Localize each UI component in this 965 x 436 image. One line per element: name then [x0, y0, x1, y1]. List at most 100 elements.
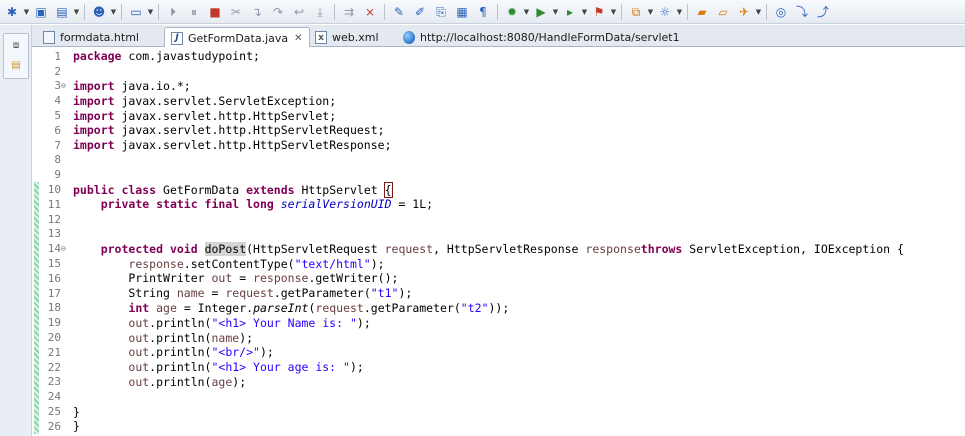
code-token: request: [384, 241, 434, 256]
debug-dropdown-arrow[interactable]: ▼: [523, 2, 530, 22]
line-number: 1: [54, 49, 61, 63]
editor-tab-1[interactable]: formdata.html: [36, 27, 146, 47]
code-line[interactable]: 13: [32, 227, 965, 242]
code-token: .println(: [149, 360, 212, 375]
fold-collapse-icon[interactable]: ⊖: [61, 81, 73, 90]
run-external-dropdown-arrow[interactable]: ▼: [581, 2, 588, 22]
terminal-dropdown-arrow[interactable]: ▼: [147, 2, 154, 22]
terminal-button[interactable]: ▭: [126, 2, 146, 22]
suspend-button[interactable]: ⏸: [184, 2, 204, 22]
code-editor[interactable]: 1 package com.javastudypoint; 2 3 ⊖ import ja…: [32, 47, 965, 436]
code-line[interactable]: 1 package com.javastudypoint;: [32, 49, 965, 64]
use-step-filters-button[interactable]: ⇉: [339, 2, 359, 22]
close-tab-icon[interactable]: ✕: [294, 33, 302, 44]
run-external-button[interactable]: ▸: [560, 2, 580, 22]
line-number: 22: [47, 360, 61, 374]
code-line[interactable]: 15 response.setContentType("text/html");: [32, 256, 965, 271]
code-token: javax.servlet.http.HttpServletRequest;: [121, 123, 385, 138]
code-line[interactable]: 17 String name = request.getParameter("t…: [32, 286, 965, 301]
next-annotation-button[interactable]: ⤵: [792, 2, 812, 22]
package-explorer-icon: ▤: [11, 59, 21, 71]
code-line[interactable]: 18 int age = Integer.parseInt(request.ge…: [32, 301, 965, 316]
new-button[interactable]: ✱: [2, 2, 22, 22]
resume-button[interactable]: ⏵: [163, 2, 183, 22]
code-line[interactable]: 20 out.println(name);: [32, 330, 965, 345]
step-into-button[interactable]: ↴: [247, 2, 267, 22]
new-server-button[interactable]: ⧉: [626, 2, 646, 22]
code-line[interactable]: 25}: [32, 404, 965, 419]
search-icon: ✈: [738, 4, 750, 19]
drop-frame-button[interactable]: ⤓: [310, 2, 330, 22]
code-token: = Integer.: [176, 300, 254, 315]
editor-tab-2[interactable]: J GetFormData.java ✕: [164, 27, 310, 48]
step-return-button[interactable]: ↩: [289, 2, 309, 22]
fold-collapse-icon[interactable]: ⊖: [61, 244, 73, 253]
code-token: .getParameter(: [273, 286, 371, 301]
open-type-button[interactable]: ☼: [655, 2, 675, 22]
code-line[interactable]: 2: [32, 64, 965, 79]
code-text: import java.io.*;: [73, 79, 191, 93]
code-line[interactable]: 12: [32, 212, 965, 227]
open-folder-button[interactable]: ▰: [692, 2, 712, 22]
line-number: 5: [54, 109, 61, 123]
code-line[interactable]: 8: [32, 153, 965, 168]
terminal-icon: ▭: [130, 4, 142, 19]
open-project-button[interactable]: ▱: [713, 2, 733, 22]
code-line[interactable]: 3 ⊖ import java.io.*;: [32, 79, 965, 94]
web-browser-button[interactable]: ◎: [771, 2, 791, 22]
search-dropdown-arrow[interactable]: ▼: [755, 2, 762, 22]
code-token: .setContentType(: [183, 256, 295, 271]
package-explorer-button[interactable]: ▤: [9, 58, 23, 72]
code-line[interactable]: 10 public class GetFormData extends HttpS…: [32, 181, 965, 198]
save-button[interactable]: ▣: [31, 2, 51, 22]
disconnect-button[interactable]: ✂: [226, 2, 246, 22]
debug-button[interactable]: ✹: [502, 2, 522, 22]
code-line[interactable]: 9: [32, 167, 965, 182]
new-dropdown-arrow[interactable]: ▼: [23, 2, 30, 22]
person-dropdown-arrow[interactable]: ▼: [110, 2, 117, 22]
code-line[interactable]: 26}: [32, 419, 965, 434]
code-token: = 1L;: [391, 197, 434, 212]
block-selection-button[interactable]: ▦: [452, 2, 472, 22]
person-button[interactable]: ☻: [89, 2, 109, 22]
new-server-dropdown-arrow[interactable]: ▼: [647, 2, 654, 22]
editor-tab-3[interactable]: x web.xml: [308, 27, 386, 47]
code-line[interactable]: 6 import javax.servlet.http.HttpServletRe…: [32, 123, 965, 138]
code-line[interactable]: 21 out.println("<br/>");: [32, 345, 965, 360]
run-icon: ▶: [536, 4, 546, 19]
code-line[interactable]: 19 out.println("<h1> Your Name is: ");: [32, 315, 965, 330]
code-token: import: [73, 78, 115, 93]
external-tools-dropdown-arrow[interactable]: ▼: [610, 2, 617, 22]
step-over-button[interactable]: ↷: [268, 2, 288, 22]
skip-breakpoints-button[interactable]: ⨯: [360, 2, 380, 22]
word-wrap-button[interactable]: ⎘: [431, 2, 451, 22]
open-type-dropdown-arrow[interactable]: ▼: [676, 2, 683, 22]
external-tools-button[interactable]: ⚑: [589, 2, 609, 22]
mark-occurrences-button[interactable]: ✐: [410, 2, 430, 22]
code-line[interactable]: 5 import javax.servlet.http.HttpServlet;: [32, 108, 965, 123]
editor-tab-4[interactable]: http://localhost:8080/HandleFormData/ser…: [396, 27, 687, 47]
code-line[interactable]: 24: [32, 389, 965, 404]
code-line[interactable]: 7 import javax.servlet.http.HttpServletRe…: [32, 138, 965, 153]
code-token: name: [176, 286, 205, 301]
line-number: 14: [47, 242, 61, 256]
save-all-dropdown-arrow[interactable]: ▼: [73, 2, 80, 22]
code-line[interactable]: 14 ⊖ protected void doPost(HttpServletReq…: [32, 241, 965, 256]
code-token: doPost: [204, 241, 247, 256]
line-number: 26: [47, 419, 61, 433]
terminate-button[interactable]: ■: [205, 2, 225, 22]
run-dropdown-arrow[interactable]: ▼: [552, 2, 559, 22]
toggle-breakpoint-button[interactable]: ✎: [389, 2, 409, 22]
code-line[interactable]: 16 PrintWriter out = response.getWriter(…: [32, 271, 965, 286]
code-line[interactable]: 23 out.println(age);: [32, 375, 965, 390]
code-line[interactable]: 22 out.println("<h1> Your age is: ");: [32, 360, 965, 375]
restore-button[interactable]: ⧈: [9, 38, 23, 52]
code-line[interactable]: 4 import javax.servlet.ServletException;: [32, 93, 965, 108]
show-whitespace-button[interactable]: ¶: [473, 2, 493, 22]
run-button[interactable]: ▶: [531, 2, 551, 22]
search-button[interactable]: ✈: [734, 2, 754, 22]
code-line[interactable]: 11 private static final long serialVersi…: [32, 197, 965, 212]
save-all-button[interactable]: ▤: [52, 2, 72, 22]
previous-annotation-button[interactable]: ⤴: [813, 2, 833, 22]
